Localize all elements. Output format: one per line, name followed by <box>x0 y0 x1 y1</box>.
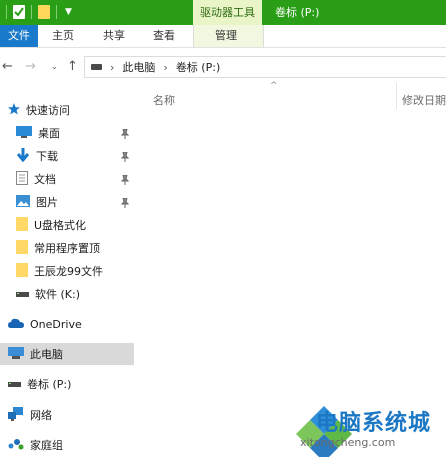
drive-icon <box>91 64 102 70</box>
ribbon-tabs: 文件 主页 共享 查看 管理 <box>0 25 446 48</box>
watermark-url: xitongcheng.com <box>300 436 396 449</box>
window-title: 卷标 (P:) <box>275 6 320 19</box>
breadcrumb-volume-p[interactable]: 卷标 (P:) <box>176 59 220 75</box>
toolbar-separator <box>6 5 7 19</box>
nav-item-quick-access[interactable]: 快速访问 <box>8 99 142 121</box>
download-icon <box>16 147 30 165</box>
back-arrow-icon[interactable]: ← <box>2 55 13 79</box>
nav-item-label: 快速访问 <box>26 104 70 117</box>
nav-item-label: OneDrive <box>30 317 82 331</box>
desktop-icon <box>16 125 32 141</box>
cloud-icon <box>8 318 24 331</box>
nav-item-label: 文档 <box>34 173 56 186</box>
tab-share[interactable]: 共享 <box>103 25 125 47</box>
star-icon <box>8 102 20 118</box>
breadcrumb-separator-icon: › <box>110 60 115 74</box>
nav-item-documents[interactable]: 文档 <box>16 168 150 190</box>
pin-icon <box>121 198 129 208</box>
quick-access-toolbar: ▼ <box>0 3 72 21</box>
drive-icon <box>8 378 21 391</box>
navigation-pane: 快速访问 桌面 下载 文档 图片 U盘格式化 常用程序置顶 王辰龙99文件 软件… <box>0 95 137 457</box>
tab-file[interactable]: 文件 <box>0 25 38 47</box>
sort-chevron-icon: ^ <box>270 81 278 91</box>
column-divider[interactable] <box>396 83 397 109</box>
nav-item-onedrive[interactable]: OneDrive <box>8 313 142 335</box>
homegroup-icon <box>8 437 24 454</box>
toolbar-separator <box>31 5 32 19</box>
new-folder-icon[interactable] <box>38 5 50 19</box>
nav-item-label: 下载 <box>36 150 58 163</box>
watermark-title: 电脑系统城 <box>316 411 432 436</box>
file-list-header: ^ 名称 修改日期 <box>138 81 446 111</box>
nav-item-homegroup[interactable]: 家庭组 <box>8 434 142 456</box>
pin-icon <box>121 175 129 185</box>
nav-item-this-pc[interactable]: 此电脑 <box>0 343 134 365</box>
document-icon <box>16 170 28 188</box>
nav-item-volume-p[interactable]: 卷标 (P:) <box>8 373 142 395</box>
drive-tools-tab[interactable]: 驱动器工具 <box>193 0 262 25</box>
customize-toolbar-icon[interactable]: ▼ <box>65 7 72 17</box>
breadcrumb-separator-icon: › <box>163 60 168 74</box>
folder-icon <box>16 216 28 234</box>
pin-icon <box>121 129 129 139</box>
nav-item-desktop[interactable]: 桌面 <box>16 122 150 144</box>
nav-item-label: 网络 <box>30 409 52 422</box>
nav-item-common-programs[interactable]: 常用程序置顶 <box>16 237 150 259</box>
address-box[interactable]: › 此电脑 › 卷标 (P:) <box>84 56 446 78</box>
recent-locations-chevron-icon[interactable]: ⌄ <box>51 55 58 79</box>
nav-item-label: 桌面 <box>38 127 60 140</box>
nav-item-downloads[interactable]: 下载 <box>16 145 150 167</box>
tab-view[interactable]: 查看 <box>153 25 175 47</box>
address-bar-row: ← → ⌄ ↑ › 此电脑 › 卷标 (P:) <box>0 55 446 79</box>
pin-icon <box>121 152 129 162</box>
nav-item-drive-k[interactable]: 软件 (K:) <box>16 283 150 305</box>
nav-item-label: 家庭组 <box>30 439 63 452</box>
tab-manage[interactable]: 管理 <box>215 25 237 47</box>
nav-item-label: 卷标 (P:) <box>27 378 72 391</box>
nav-item-label: 此电脑 <box>30 348 63 361</box>
tab-home[interactable]: 主页 <box>52 25 74 47</box>
nav-item-u-disk-format[interactable]: U盘格式化 <box>16 214 150 236</box>
nav-item-label: 图片 <box>36 196 58 209</box>
nav-item-label: 王辰龙99文件 <box>34 265 103 278</box>
nav-item-network[interactable]: 网络 <box>8 404 142 426</box>
folder-icon <box>16 239 28 257</box>
forward-arrow-icon[interactable]: → <box>25 55 36 79</box>
title-bar: ▼ 驱动器工具 卷标 (P:) <box>0 0 446 25</box>
network-icon <box>8 406 24 424</box>
nav-item-pictures[interactable]: 图片 <box>16 191 150 213</box>
computer-icon <box>8 346 24 362</box>
nav-item-label: 常用程序置顶 <box>34 242 100 255</box>
toolbar-separator <box>56 5 57 19</box>
up-arrow-icon[interactable]: ↑ <box>67 55 78 79</box>
nav-item-label: 软件 (K:) <box>35 288 80 301</box>
column-modified-date[interactable]: 修改日期 <box>402 92 446 108</box>
nav-item-label: U盘格式化 <box>34 219 87 232</box>
folder-icon <box>16 262 28 280</box>
breadcrumb-this-pc[interactable]: 此电脑 <box>122 59 155 75</box>
properties-icon[interactable] <box>13 5 25 19</box>
drive-icon <box>16 288 29 301</box>
column-name[interactable]: 名称 <box>153 92 175 108</box>
pictures-icon <box>16 194 30 210</box>
nav-item-user-files[interactable]: 王辰龙99文件 <box>16 260 150 282</box>
